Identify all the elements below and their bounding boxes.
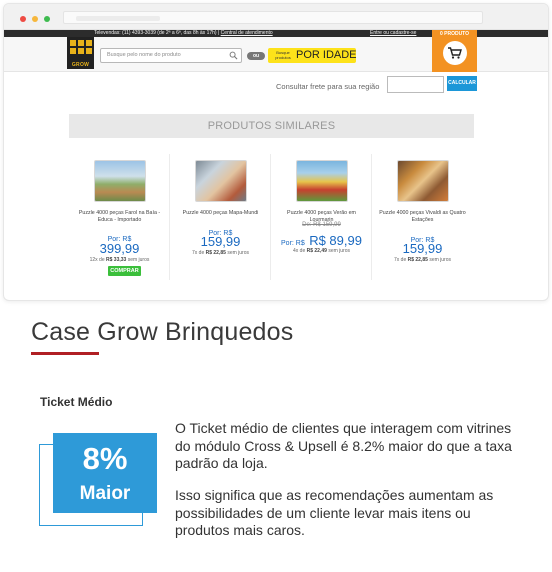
installments: 7x de R$ 22,85 sem juros	[192, 250, 249, 256]
page: Televendas: (11) 4393-3039 (de 2ª a 6ª, …	[0, 0, 552, 572]
product-image[interactable]	[397, 160, 449, 202]
stat-box: 8% Maior	[53, 433, 157, 513]
product-name[interactable]: Puzzle 4000 peças Vivaldi as Quatro Esta…	[378, 210, 467, 224]
product-image[interactable]	[94, 160, 146, 202]
support-link[interactable]: Central de atendimento	[221, 30, 273, 36]
product-price: 399,99	[99, 241, 140, 256]
similar-products-list: Puzzle 4000 peças Farol na Baía - Educa …	[69, 152, 474, 282]
product-search-input[interactable]: Busque pelo nome do produto	[100, 48, 242, 63]
stat-value: 8%	[82, 441, 128, 476]
close-window-dot[interactable]	[20, 16, 26, 22]
grow-logo[interactable]: GROW	[67, 37, 94, 69]
similar-products-heading: PRODUTOS SIMILARES	[69, 114, 474, 138]
cart-count-label: 0 PRODUTO	[439, 31, 470, 37]
freight-label: Consultar frete para sua região	[276, 82, 380, 91]
browser-chrome	[4, 4, 548, 30]
installments: 4x de R$ 22,49 sem juros	[293, 248, 350, 254]
installments: 12x de R$ 33,33 sem juros	[89, 257, 150, 263]
or-badge: ou	[247, 52, 265, 60]
title-underline	[31, 352, 99, 355]
case-title: Case Grow Brinquedos	[31, 318, 294, 346]
product-name[interactable]: Puzzle 4000 peças Farol na Baía - Educa …	[75, 210, 164, 224]
product-card[interactable]: Puzzle 4000 peças Verão em Lourmarin De:…	[271, 152, 372, 282]
zipcode-input[interactable]	[387, 76, 444, 93]
old-price: De: R$ 159,99	[302, 222, 341, 228]
address-bar[interactable]	[63, 11, 483, 24]
search-placeholder: Busque pelo nome do produto	[107, 52, 181, 58]
search-icon[interactable]	[229, 51, 238, 60]
product-price: 159,99	[402, 241, 443, 256]
description-paragraph-1: O Ticket médio de clientes que interagem…	[175, 420, 512, 471]
product-price: R$ 89,99	[309, 233, 362, 248]
search-by-age-button[interactable]: Busque produtos POR IDADE	[268, 48, 357, 63]
browser-window: Televendas: (11) 4393-3039 (de 2ª a 6ª, …	[3, 3, 549, 301]
product-card[interactable]: Puzzle 4000 peças Farol na Baía - Educa …	[69, 152, 170, 282]
phone-info: Televendas: (11) 4393-3039 (de 2ª a 6ª, …	[94, 30, 273, 36]
product-card[interactable]: Puzzle 4000 peças Vivaldi as Quatro Esta…	[372, 152, 473, 282]
product-image[interactable]	[296, 160, 348, 202]
product-name[interactable]: Puzzle 4000 peças Mapa-Mundi	[176, 210, 265, 217]
stat-word: Maior	[79, 483, 131, 504]
cart-icon	[448, 47, 462, 59]
minimize-window-dot[interactable]	[32, 16, 38, 22]
description-paragraph-2: Isso significa que as recomendações aume…	[175, 487, 494, 538]
ticket-medio-label: Ticket Médio	[40, 395, 113, 409]
login-link[interactable]: Entre ou cadastre-se	[370, 30, 416, 37]
store-header: GROW Busque pelo nome do produto ou Busq…	[4, 30, 548, 72]
installments: 7x de R$ 22,85 sem juros	[394, 257, 451, 263]
product-image[interactable]	[195, 160, 247, 202]
cart-button[interactable]: 0 PRODUTO	[432, 30, 477, 72]
product-card[interactable]: Puzzle 4000 peças Mapa-Mundi Por: R$ 159…	[170, 152, 271, 282]
buy-button[interactable]: COMPRAR	[108, 266, 141, 276]
maximize-window-dot[interactable]	[44, 16, 50, 22]
product-price: 159,99	[200, 234, 241, 249]
calculate-freight-button[interactable]: CALCULAR	[447, 76, 477, 91]
